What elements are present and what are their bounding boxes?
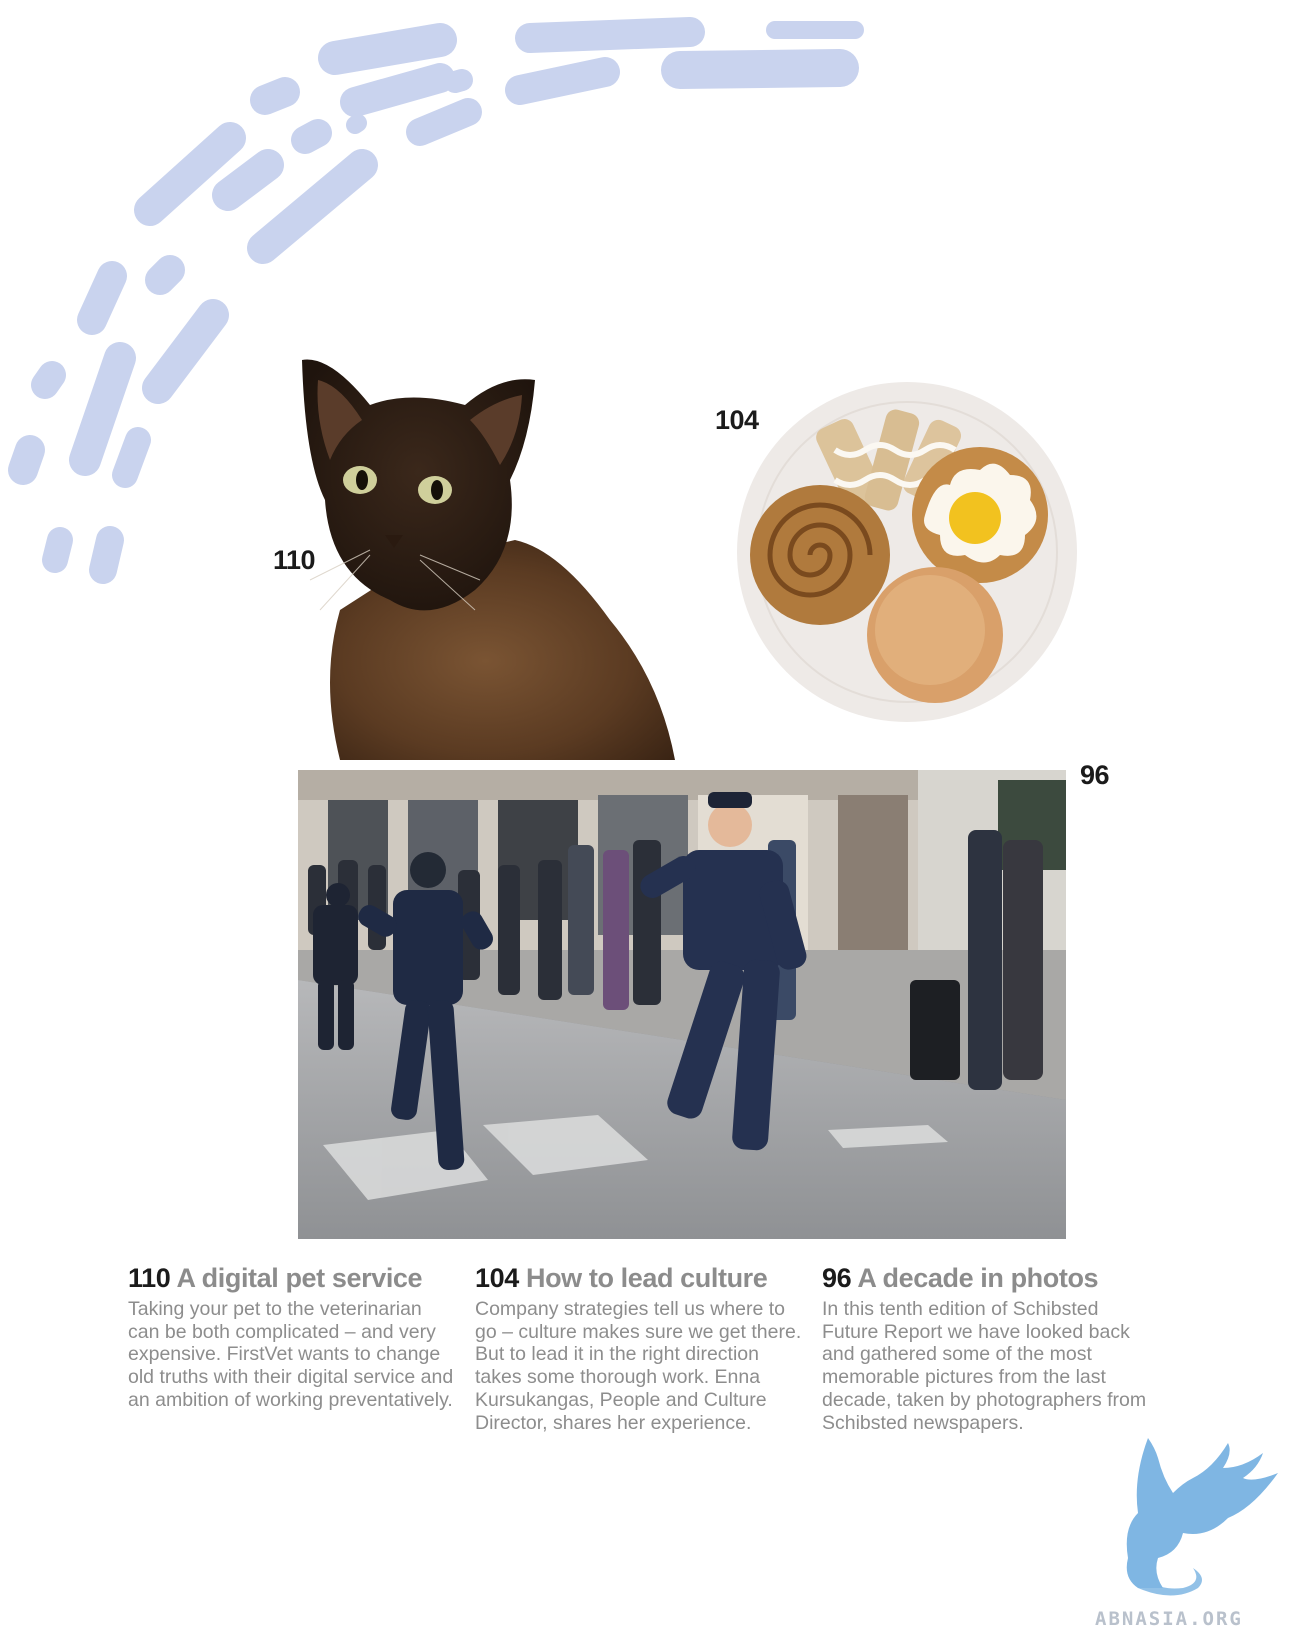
- article-summary: Company strategies tell us where to go –…: [475, 1298, 802, 1434]
- article-page-number: 110: [128, 1263, 171, 1293]
- page-number-pastries: 104: [715, 405, 759, 435]
- article-title: How to lead culture: [525, 1263, 768, 1293]
- article-page-number: 96: [822, 1263, 852, 1293]
- article-heading[interactable]: 96 A decade in photos: [822, 1262, 1152, 1294]
- article-summary: In this tenth edition of Schibsted Futur…: [822, 1298, 1147, 1434]
- police-street-photo: [298, 770, 1066, 1239]
- page-number-cat: 110: [273, 545, 316, 575]
- pastry-plate-photo: [737, 382, 1077, 722]
- article-pet-service: 110 A digital pet service Taking your pe…: [128, 1262, 458, 1412]
- magazine-contents-page: 110 104 96 110 A digital pet service Tak…: [0, 0, 1289, 1638]
- article-heading[interactable]: 104 How to lead culture: [475, 1262, 805, 1294]
- article-title: A decade in photos: [857, 1263, 1099, 1293]
- article-lead-culture: 104 How to lead culture Company strategi…: [475, 1262, 805, 1434]
- article-title: A digital pet service: [176, 1263, 423, 1293]
- article-heading[interactable]: 110 A digital pet service: [128, 1262, 458, 1294]
- griffin-logo-icon: [1126, 1438, 1278, 1596]
- page-number-photo: 96: [1080, 760, 1110, 790]
- watermark-text: ABNASIA.ORG: [1095, 1608, 1243, 1630]
- article-page-number: 104: [475, 1263, 519, 1293]
- article-summary: Taking your pet to the veterinarian can …: [128, 1298, 454, 1411]
- article-decade-photos: 96 A decade in photos In this tenth edit…: [822, 1262, 1152, 1434]
- cat-photo: [302, 359, 675, 760]
